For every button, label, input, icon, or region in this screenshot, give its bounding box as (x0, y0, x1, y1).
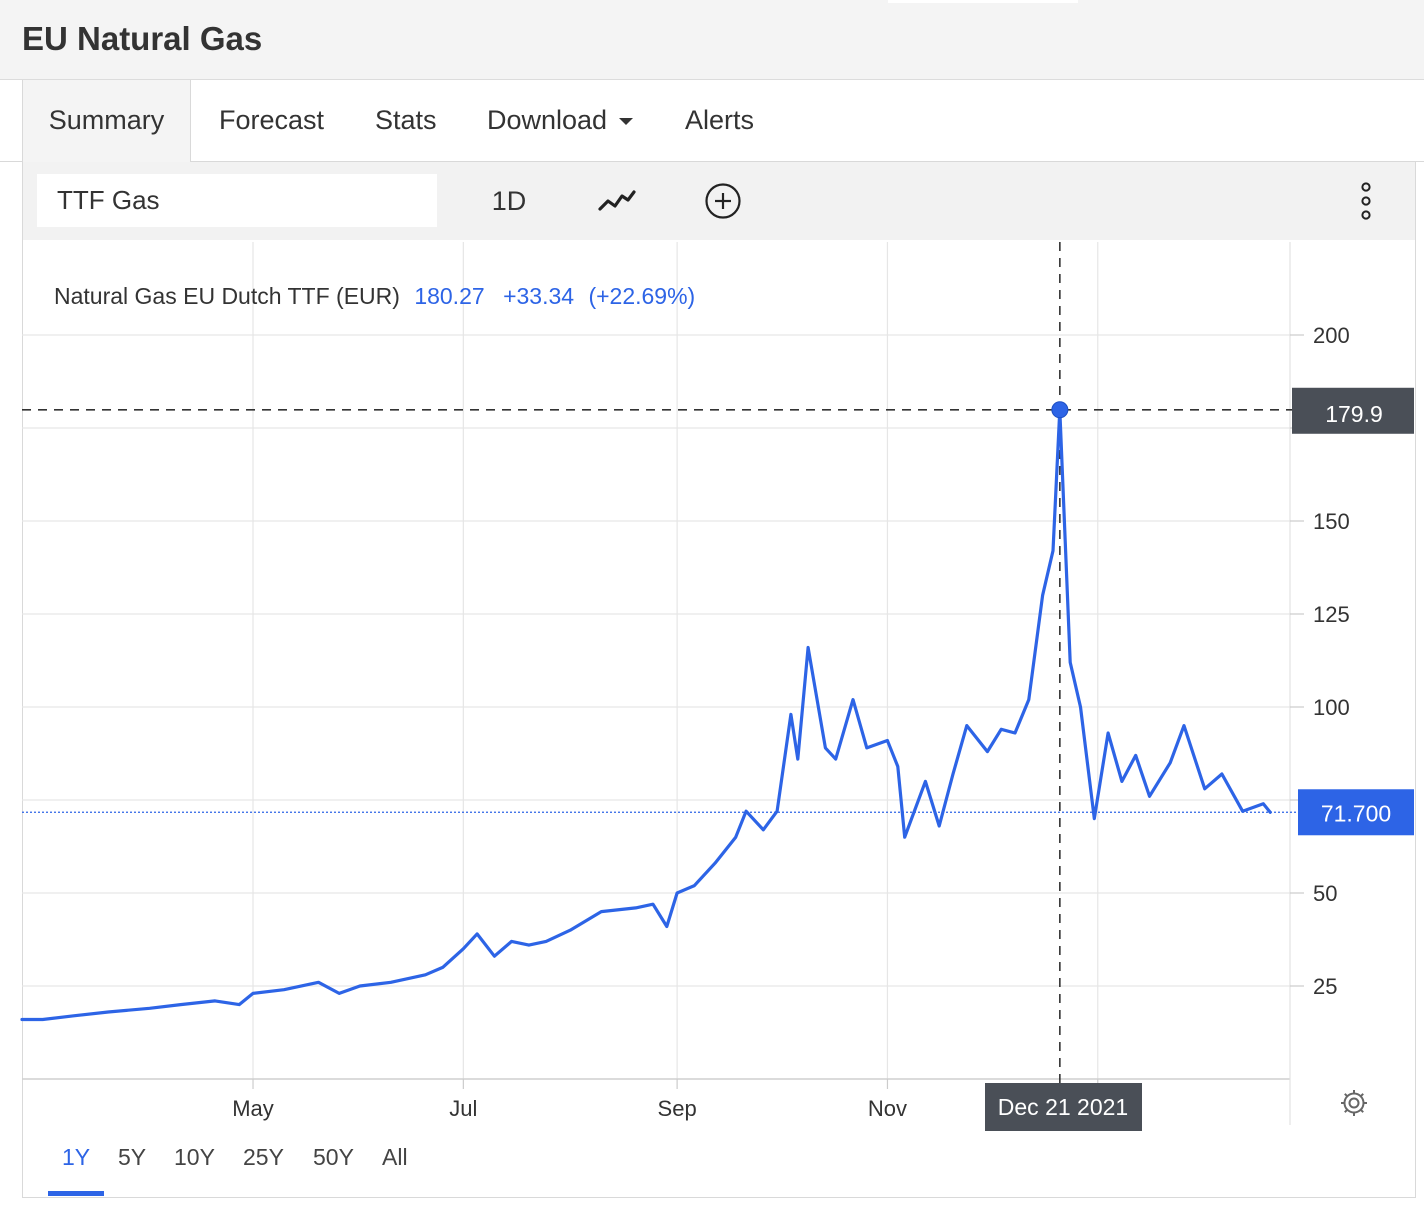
legend-series-name: Natural Gas EU Dutch TTF (EUR) (54, 283, 400, 309)
range-1y[interactable]: 1Y (62, 1144, 90, 1171)
range-5y[interactable]: 5Y (118, 1144, 146, 1171)
crosshair-date-label: Dec 21 2021 (998, 1094, 1128, 1120)
crosshair-point (1051, 401, 1069, 419)
y-tick-label: 125 (1313, 602, 1350, 627)
legend-change-pct: (+22.69%) (588, 283, 695, 309)
price-chart[interactable]: 25 50 100 125 150 200 May Jul Sep Nov 179.9 71.7… (0, 0, 1424, 1207)
gear-icon (1341, 1090, 1367, 1116)
settings-button[interactable] (1341, 1090, 1367, 1116)
series-line (20, 408, 1272, 1022)
crosshair-date-tag: Dec 21 2021 (985, 1083, 1142, 1131)
x-tick-label: Jul (449, 1096, 477, 1121)
crosshair-price-label: 179.9 (1325, 401, 1383, 427)
y-tick-label: 100 (1313, 695, 1350, 720)
last-price-label: 71.700 (1321, 800, 1391, 826)
x-tick-label: May (232, 1096, 274, 1121)
chart-legend: Natural Gas EU Dutch TTF (EUR) 180.27 +3… (54, 283, 695, 309)
range-50y[interactable]: 50Y (313, 1144, 354, 1171)
legend-value: 180.27 (414, 283, 484, 309)
active-range-indicator (48, 1191, 104, 1196)
chart-grid (22, 242, 1290, 1079)
last-price-tag: 71.700 (1298, 789, 1414, 836)
range-10y[interactable]: 10Y (174, 1144, 215, 1171)
x-tick-label: Sep (658, 1096, 697, 1121)
range-all[interactable]: All (382, 1144, 408, 1171)
y-tick-label: 150 (1313, 509, 1350, 534)
x-axis: May Jul Sep Nov (232, 1079, 1099, 1121)
y-tick-label: 200 (1313, 323, 1350, 348)
range-25y[interactable]: 25Y (243, 1144, 284, 1171)
y-tick-label: 25 (1313, 974, 1337, 999)
x-tick-label: Nov (868, 1096, 907, 1121)
y-tick-label: 50 (1313, 881, 1337, 906)
crosshair-price-tag: 179.9 (1292, 387, 1414, 434)
legend-change: +33.34 (503, 283, 574, 309)
